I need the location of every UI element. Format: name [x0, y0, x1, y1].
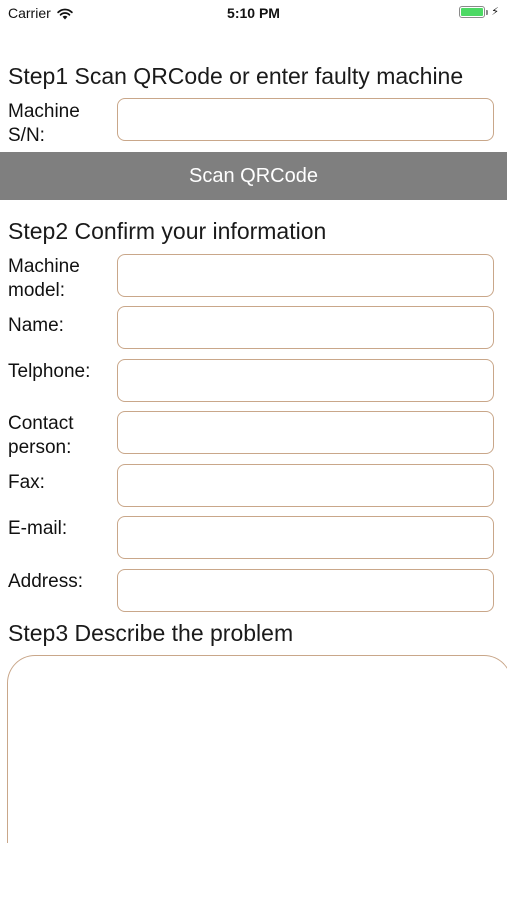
name-label: Name:	[8, 315, 64, 336]
clock: 5:10 PM	[227, 5, 280, 21]
machine-model-label: Machine model:	[8, 256, 80, 301]
machine-sn-label: Machine S/N:	[8, 101, 80, 146]
step2-heading: Step2 Confirm your information	[8, 218, 327, 244]
machine-sn-input[interactable]	[117, 98, 494, 141]
contact-person-input[interactable]	[117, 411, 494, 454]
email-label: E-mail:	[8, 518, 68, 539]
problem-description-textarea[interactable]	[7, 655, 507, 843]
battery-level-fill	[461, 8, 484, 16]
address-label: Address:	[8, 571, 83, 592]
contact-person-label: Contact person:	[8, 413, 74, 458]
status-bar: Carrier 5:10 PM ⚡	[0, 0, 507, 28]
telephone-label: Telphone:	[8, 361, 91, 382]
fax-input[interactable]	[117, 464, 494, 507]
scan-qrcode-button[interactable]: Scan QRCode	[0, 152, 507, 200]
step3-heading: Step3 Describe the problem	[8, 620, 294, 646]
name-input[interactable]	[117, 306, 494, 349]
charging-bolt-icon: ⚡	[491, 6, 499, 18]
address-input[interactable]	[117, 569, 494, 612]
step1-heading: Step1 Scan QRCode or enter faulty machin…	[8, 63, 464, 89]
battery-cap	[486, 9, 489, 15]
fax-label: Fax:	[8, 472, 45, 493]
machine-model-input[interactable]	[117, 254, 494, 297]
battery-indicator: ⚡	[459, 6, 499, 18]
battery-icon	[459, 6, 486, 18]
email-input[interactable]	[117, 516, 494, 559]
telephone-input[interactable]	[117, 359, 494, 402]
